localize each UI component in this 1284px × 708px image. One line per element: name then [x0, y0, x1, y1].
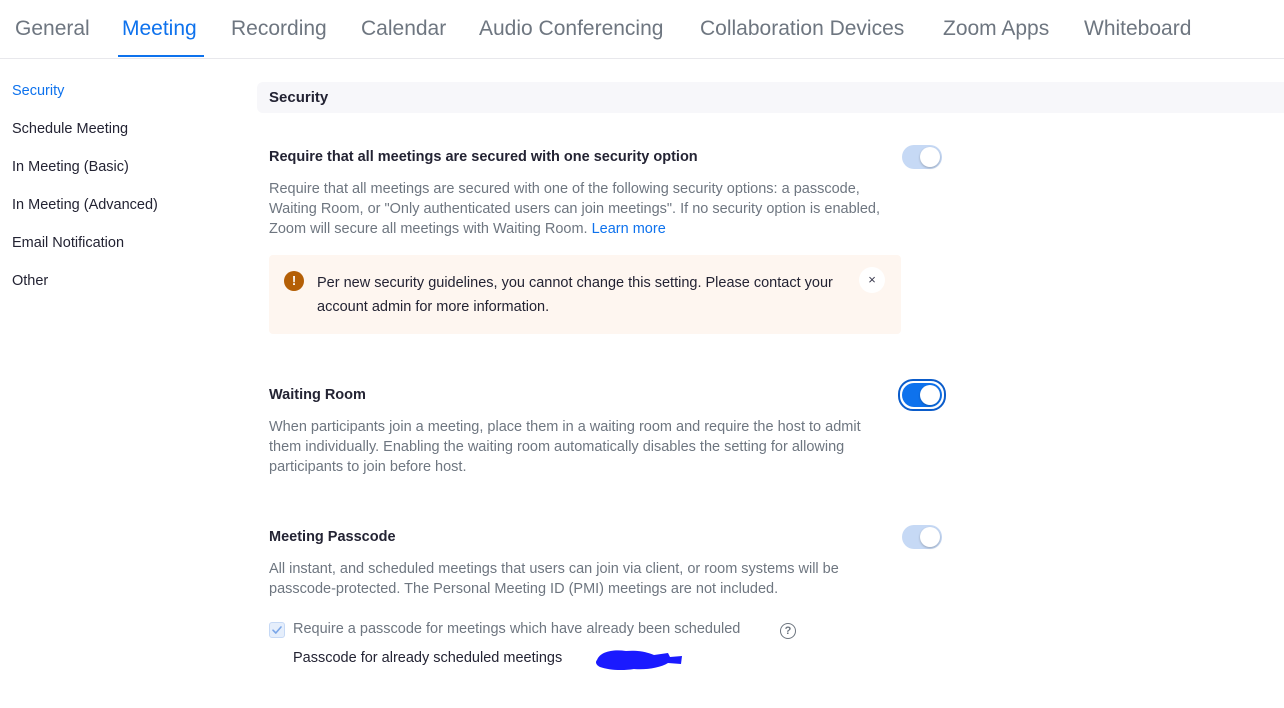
toggle-knob — [920, 385, 940, 405]
setting-title: Meeting Passcode — [269, 529, 396, 545]
sidebar-item-other[interactable]: Other — [12, 273, 48, 289]
scheduled-passcode-label: Passcode for already scheduled meetings — [293, 650, 563, 666]
require-scheduled-passcode-checkbox[interactable] — [269, 622, 285, 638]
learn-more-link[interactable]: Learn more — [592, 221, 666, 237]
setting-title: Waiting Room — [269, 387, 366, 403]
tab-whiteboard[interactable]: Whiteboard — [1084, 17, 1191, 41]
toggle-knob — [920, 527, 940, 547]
setting-description: All instant, and scheduled meetings that… — [269, 561, 839, 597]
section-title: Security — [269, 89, 329, 106]
sidebar-item-email-notification[interactable]: Email Notification — [12, 235, 124, 251]
description-text: Require that all meetings are secured wi… — [269, 181, 881, 237]
tab-zoom-apps[interactable]: Zoom Apps — [943, 17, 1049, 41]
tab-recording[interactable]: Recording — [231, 17, 327, 41]
setting-description: When participants join a meeting, place … — [269, 419, 861, 475]
tab-meeting[interactable]: Meeting — [122, 17, 197, 41]
redacted-passcode — [596, 650, 682, 671]
warning-icon: ! — [284, 271, 304, 291]
sidebar-item-in-meeting-advanced[interactable]: In Meeting (Advanced) — [12, 197, 158, 213]
sidebar-item-schedule-meeting[interactable]: Schedule Meeting — [12, 121, 128, 137]
checkmark-icon — [272, 626, 282, 634]
alert-message: Per new security guidelines, you cannot … — [317, 275, 833, 315]
sidebar-item-security[interactable]: Security — [12, 83, 64, 99]
tab-general[interactable]: General — [15, 17, 90, 41]
meeting-passcode-toggle[interactable] — [902, 525, 942, 549]
close-icon[interactable]: × — [859, 267, 885, 293]
settings-tab-bar: General Meeting Recording Calendar Audio… — [0, 0, 1284, 59]
tab-audio-conferencing[interactable]: Audio Conferencing — [479, 17, 663, 41]
waiting-room-toggle[interactable] — [902, 383, 942, 407]
require-scheduled-passcode-label: Require a passcode for meetings which ha… — [293, 621, 741, 637]
toggle-knob — [920, 147, 940, 167]
help-icon[interactable]: ? — [780, 623, 796, 639]
sidebar-item-in-meeting-basic[interactable]: In Meeting (Basic) — [12, 159, 129, 175]
setting-title: Require that all meetings are secured wi… — [269, 149, 698, 165]
require-security-toggle[interactable] — [902, 145, 942, 169]
setting-description: Require that all meetings are secured wi… — [269, 179, 889, 239]
tab-calendar[interactable]: Calendar — [361, 17, 446, 41]
security-guideline-alert: ! Per new security guidelines, you canno… — [269, 255, 901, 334]
tab-collaboration-devices[interactable]: Collaboration Devices — [700, 17, 904, 41]
active-tab-indicator — [118, 55, 204, 57]
section-header: Security — [257, 82, 1284, 113]
